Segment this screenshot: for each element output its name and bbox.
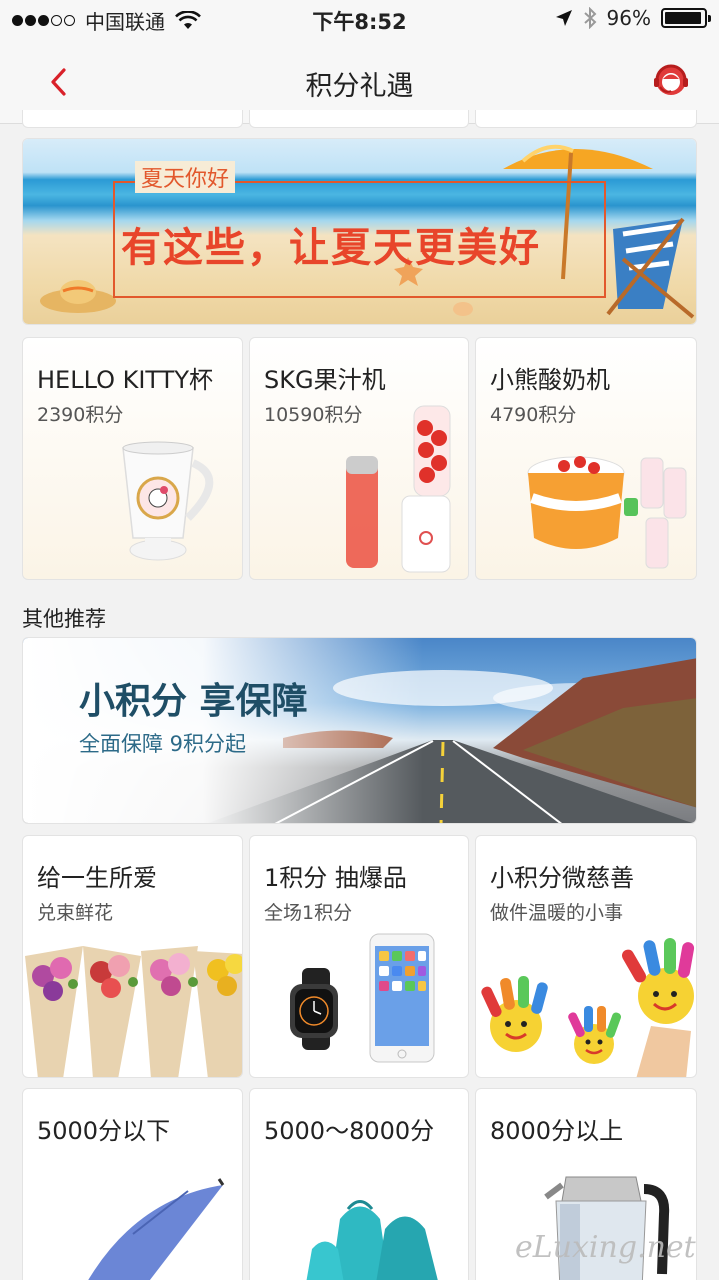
product-card[interactable]: HELLO KITTY杯 2390积分 — [22, 337, 243, 580]
painted-hands-icon — [481, 938, 695, 1077]
umbrella-icon — [88, 1178, 225, 1280]
category-tile-lottery[interactable]: 1积分 抽爆品 全场1积分 — [249, 835, 469, 1078]
range-tile-under-5000[interactable]: 5000分以下 — [22, 1088, 243, 1280]
bags-icon — [306, 1200, 438, 1280]
product-card[interactable]: SKG果汁机 10590积分 — [249, 337, 469, 580]
location-arrow-icon — [555, 10, 572, 26]
watch-phone-icon — [290, 933, 435, 1063]
range-tile-5000-8000[interactable]: 5000～8000分 — [249, 1088, 469, 1280]
banner-headline: 有这些，让夏天更美好 — [121, 225, 541, 271]
prev-card-stub — [249, 110, 469, 128]
bluetooth-icon — [583, 7, 596, 29]
category-tile-charity[interactable]: 小积分微慈善 做件温暖的小事 — [475, 835, 697, 1078]
banner-tag: 夏天你好 — [135, 161, 236, 193]
banner-title: 小积分 享保障 — [79, 681, 308, 722]
product-card[interactable]: 小熊酸奶机 4790积分 — [475, 337, 697, 580]
mug-icon — [122, 441, 214, 561]
prev-card-stub — [22, 110, 243, 128]
summer-banner[interactable]: 夏天你好 有这些，让夏天更美好 — [22, 138, 697, 325]
flowers-icon — [25, 946, 242, 1077]
battery-percent: 96% — [606, 6, 651, 30]
customer-service-button[interactable] — [651, 60, 691, 100]
battery-level — [665, 12, 702, 24]
prev-card-stub — [475, 110, 697, 128]
yogurt-maker-icon — [527, 456, 687, 569]
section-title: 其他推荐 — [22, 607, 106, 631]
customer-service-icon — [654, 64, 688, 95]
status-right: 96% — [555, 6, 711, 30]
category-tile-flowers[interactable]: 给一生所爱 兑束鲜花 — [22, 835, 243, 1078]
insurance-banner[interactable]: 小积分 享保障 全面保障 9积分起 — [22, 637, 697, 824]
battery-icon — [661, 8, 711, 28]
banner-subtitle: 全面保障 9积分起 — [79, 732, 247, 756]
page-title: 积分礼遇 — [305, 71, 414, 102]
watermark: eLuxing.net — [515, 1230, 696, 1265]
juicer-icon — [346, 405, 451, 573]
status-bar: 中国联通 下午8:52 96% — [0, 0, 719, 40]
